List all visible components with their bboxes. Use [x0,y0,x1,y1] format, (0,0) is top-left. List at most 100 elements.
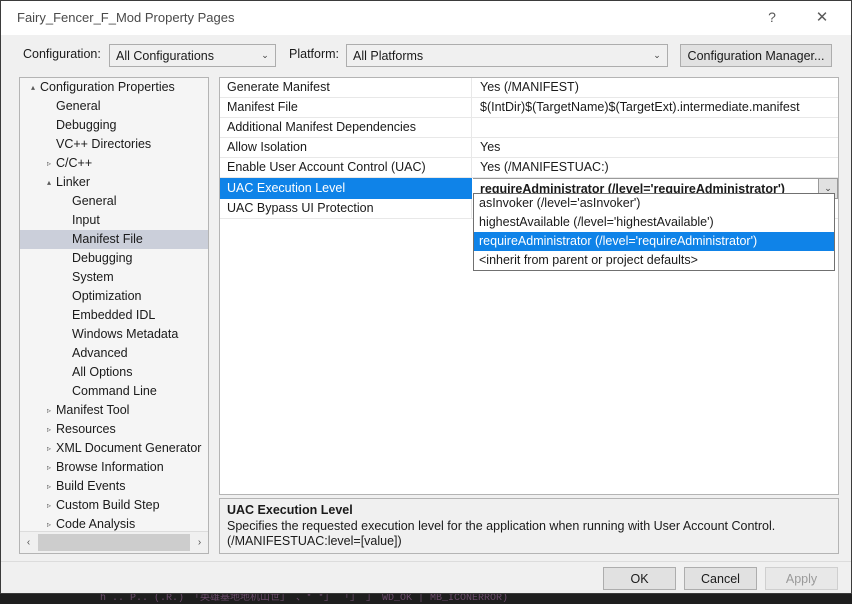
tree-item-label: Command Line [72,384,157,398]
configuration-tree-panel: ▴ Configuration Properties General Debuggin… [19,77,209,554]
tree-item[interactable]: ▹ Resources [20,420,208,439]
chevron-collapsed-icon[interactable]: ▹ [42,401,56,420]
scroll-right-icon[interactable]: › [191,533,208,552]
cancel-button[interactable]: Cancel [684,567,757,590]
property-value[interactable]: $(IntDir)$(TargetName)$(TargetExt).inter… [473,98,838,117]
apply-button: Apply [765,567,838,590]
dropdown-option[interactable]: requireAdministrator (/level='requireAdm… [474,232,834,251]
chevron-collapsed-icon[interactable]: ▹ [42,439,56,458]
background-code-sliver: h .. P.. (.R.) 「英雄基地地机山世」 、* *」 「」 」 WD_… [0,594,852,604]
close-icon[interactable]: ✕ [799,1,845,33]
configuration-manager-button[interactable]: Configuration Manager... [680,44,832,67]
property-row[interactable]: Allow Isolation Yes [220,138,838,158]
property-name: Allow Isolation [220,138,472,157]
footer-divider [1,561,851,562]
tree-item[interactable]: Input [20,211,208,230]
tree-item[interactable]: ▹ Build Events [20,477,208,496]
tree-item[interactable]: ▹ C/C++ [20,154,208,173]
tree-item[interactable]: General [20,192,208,211]
tree-item[interactable]: ▹ XML Document Generator [20,439,208,458]
help-icon[interactable]: ? [749,1,795,33]
tree-item-label: VC++ Directories [56,137,152,151]
tree-horizontal-scrollbar[interactable]: ‹ › [20,531,208,553]
tree-item[interactable]: VC++ Directories [20,135,208,154]
tree-item-label: All Options [72,365,133,379]
property-row[interactable]: Manifest File $(IntDir)$(TargetName)$(Tar… [220,98,838,118]
tree-item-label: Debugging [72,251,133,265]
property-value[interactable]: Yes (/MANIFEST) [473,78,838,97]
property-name: Manifest File [220,98,472,117]
ok-button[interactable]: OK [603,567,676,590]
window-title: Fairy_Fencer_F_Mod Property Pages [17,10,235,25]
dropdown-option[interactable]: asInvoker (/level='asInvoker') [474,194,834,213]
chevron-collapsed-icon[interactable]: ▹ [42,515,56,531]
tree-item-label: Linker [56,175,91,189]
tree-item-label: General [56,99,101,113]
tree-item-label: General [72,194,117,208]
chevron-collapsed-icon[interactable]: ▹ [42,420,56,439]
configuration-value: All Configurations [116,48,214,63]
tree-item[interactable]: System [20,268,208,287]
tree-item[interactable]: ▹ Browse Information [20,458,208,477]
dropdown-option[interactable]: <inherit from parent or project defaults… [474,251,834,270]
tree-item[interactable]: Embedded IDL [20,306,208,325]
tree-item-label: Windows Metadata [72,327,179,341]
property-name: UAC Bypass UI Protection [220,199,472,218]
tree-item[interactable]: Manifest File [20,230,208,249]
tree-item[interactable]: Advanced [20,344,208,363]
tree-item[interactable]: Command Line [20,382,208,401]
configuration-select[interactable]: All Configurations ⌄ [109,44,276,67]
tree-item[interactable]: ▴ Linker [20,173,208,192]
property-value[interactable]: Yes [473,138,838,157]
uac-execution-level-dropdown-list[interactable]: asInvoker (/level='asInvoker') highestAva… [473,193,835,271]
tree-item[interactable]: ▹ Code Analysis [20,515,208,531]
property-row[interactable]: Additional Manifest Dependencies [220,118,838,138]
tree-scroll-area[interactable]: ▴ Configuration Properties General Debuggin… [20,78,208,531]
chevron-expanded-icon[interactable]: ▴ [42,173,56,192]
scrollbar-thumb[interactable] [38,534,190,551]
tree-item[interactable]: Optimization [20,287,208,306]
scroll-left-icon[interactable]: ‹ [20,533,37,552]
chevron-collapsed-icon[interactable]: ▹ [42,458,56,477]
property-row[interactable]: Enable User Account Control (UAC) Yes (/M… [220,158,838,178]
configuration-bar: Configuration: All Configurations ⌄ Plat… [1,36,851,74]
tree-item[interactable]: Debugging [20,249,208,268]
property-value[interactable] [473,118,838,137]
dropdown-option[interactable]: highestAvailable (/level='highestAvailab… [474,213,834,232]
tree-item[interactable]: General [20,97,208,116]
property-name: Additional Manifest Dependencies [220,118,472,137]
tree-item[interactable]: Windows Metadata [20,325,208,344]
tree-item-label: Code Analysis [56,517,136,531]
chevron-down-icon: ⌄ [261,50,269,60]
tree-item[interactable]: ▹ Custom Build Step [20,496,208,515]
description-title: UAC Execution Level [227,503,353,517]
description-body: Specifies the requested execution level … [227,519,776,548]
chevron-collapsed-icon[interactable]: ▹ [42,477,56,496]
property-value[interactable]: Yes (/MANIFESTUAC:) [473,158,838,177]
chevron-collapsed-icon[interactable]: ▹ [42,496,56,515]
tree-item-label: Optimization [72,289,142,303]
property-grid[interactable]: Generate Manifest Yes (/MANIFEST) Manifest… [219,77,839,495]
property-name: UAC Execution Level [220,178,472,199]
property-pages-dialog: Fairy_Fencer_F_Mod Property Pages ? ✕ Co… [0,0,852,594]
tree-item[interactable]: ▹ Manifest Tool [20,401,208,420]
tree-item-label: Debugging [56,118,117,132]
chevron-collapsed-icon[interactable]: ▹ [42,154,56,173]
platform-label: Platform: [289,47,340,61]
tree-item-label: System [72,270,114,284]
tree-item-label: Configuration Properties [40,80,175,94]
tree-item[interactable]: Debugging [20,116,208,135]
chevron-expanded-icon[interactable]: ▴ [26,78,40,97]
platform-value: All Platforms [353,48,424,63]
property-row[interactable]: Generate Manifest Yes (/MANIFEST) [220,78,838,98]
chevron-down-icon: ⌄ [653,50,661,60]
tree-item[interactable]: All Options [20,363,208,382]
platform-select[interactable]: All Platforms ⌄ [346,44,668,67]
tree-item-label: Manifest Tool [56,403,130,417]
tree-item-label: Build Events [56,479,126,493]
tree-item-label: Advanced [72,346,128,360]
tree-item-label: Manifest File [72,232,143,246]
tree-item[interactable]: ▴ Configuration Properties [20,78,208,97]
property-name: Enable User Account Control (UAC) [220,158,472,177]
configuration-label: Configuration: [23,47,101,61]
